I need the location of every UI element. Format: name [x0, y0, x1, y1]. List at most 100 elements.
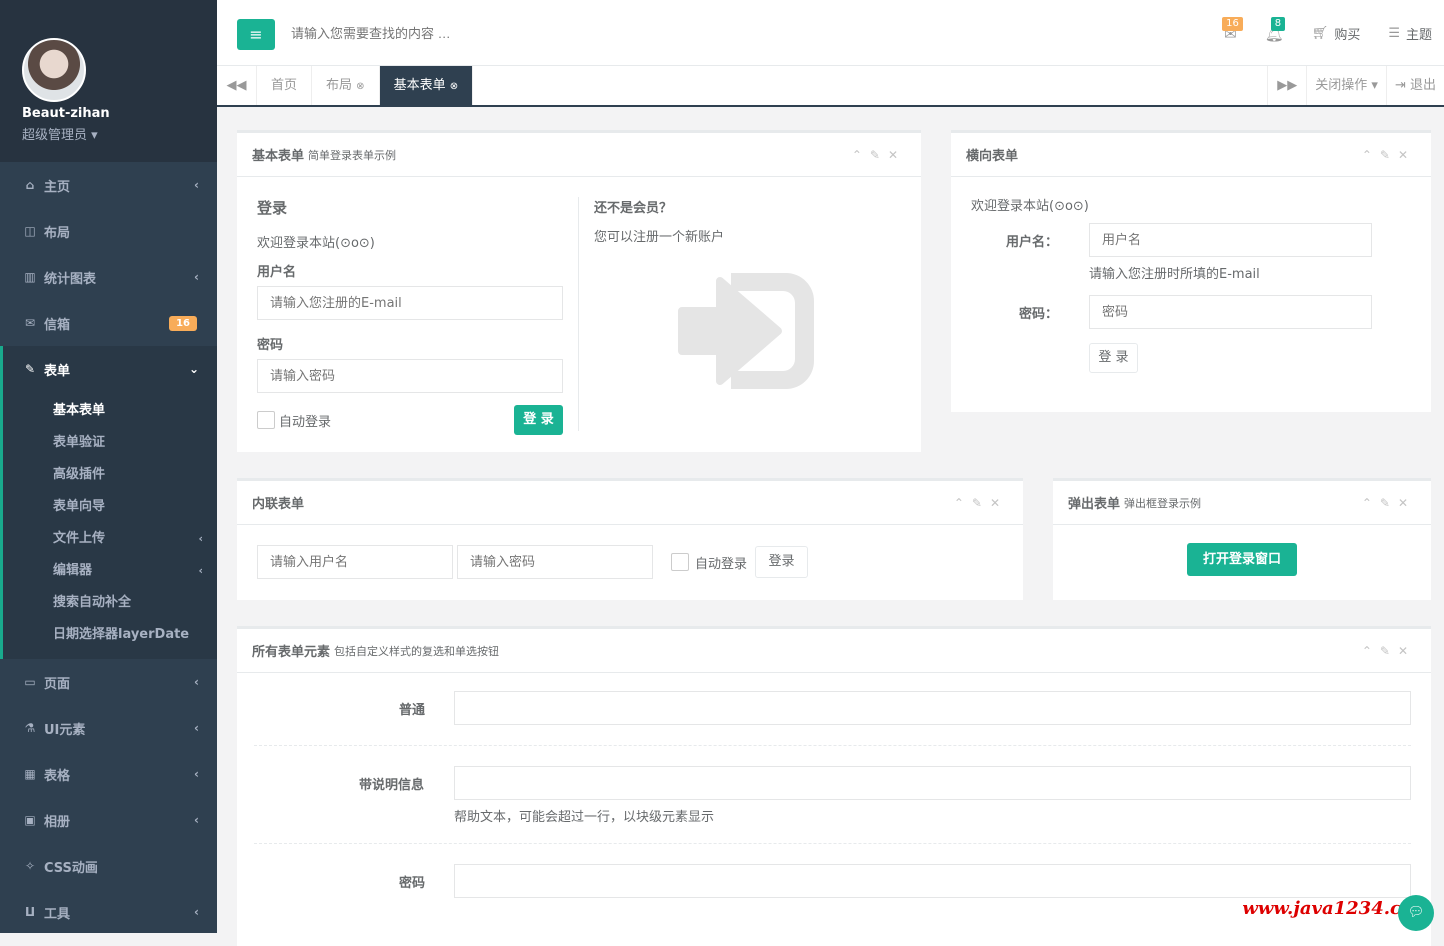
sidebar-item[interactable]: ▦表格‹ — [0, 751, 217, 797]
chevron-left-icon: ‹ — [194, 813, 199, 827]
theme-link[interactable]: ☰主题 — [1388, 24, 1432, 43]
sidebar-item[interactable]: ✧CSS动画 — [0, 843, 217, 889]
submenu-item[interactable]: 高级插件 — [3, 459, 217, 491]
sidebar-item-link[interactable]: ▣相册‹ — [0, 797, 217, 843]
wrench-icon[interactable]: ✎ — [1380, 644, 1398, 658]
user-role-dropdown[interactable]: 超级管理员 ▾ — [22, 124, 217, 143]
remember-checkbox[interactable] — [257, 411, 275, 429]
sidebar-item[interactable]: ✉信箱16 — [0, 300, 217, 346]
mail-button[interactable]: ✉16 — [1224, 25, 1237, 43]
panel-tools[interactable]: ⌃✎✕ — [954, 496, 1008, 510]
close-tab-icon[interactable]: ⊗ — [450, 81, 458, 92]
logout-button[interactable]: ⇥ 退出 — [1387, 66, 1444, 105]
submenu-item[interactable]: 表单验证 — [3, 427, 217, 459]
sidebar-item-link[interactable]: ⵡ工具‹ — [0, 889, 217, 935]
close-icon[interactable]: ✕ — [1398, 644, 1416, 658]
sidebar-item[interactable]: ▥统计图表‹ — [0, 254, 217, 300]
sidebar-item-link[interactable]: ▭页面‹ — [0, 659, 217, 705]
panel-subtitle: 弹出框登录示例 — [1124, 495, 1201, 511]
normal-input[interactable] — [454, 691, 1411, 725]
cart-icon: 🛒︎ — [1312, 26, 1329, 41]
sidebar-item-label: 相册 — [44, 811, 70, 830]
sidebar-item-label: 表格 — [44, 765, 70, 784]
login-button[interactable]: 登 录 — [514, 405, 563, 435]
chevron-down-icon: ⌄ — [189, 362, 199, 376]
tabs-scroll-left-button[interactable]: ◀◀ — [217, 66, 257, 105]
wrench-icon[interactable]: ✎ — [1380, 148, 1398, 162]
user-name: Beaut-zihan — [22, 106, 217, 121]
wrench-icon[interactable]: ✎ — [870, 148, 888, 162]
sidebar-item-link[interactable]: ✎表单⌄ — [3, 346, 217, 392]
chevron-up-icon[interactable]: ⌃ — [1362, 496, 1380, 510]
remember-checkbox[interactable] — [671, 553, 689, 571]
chat-button[interactable]: 💬︎ — [1398, 895, 1434, 931]
sidebar-item[interactable]: ◫布局 — [0, 208, 217, 254]
sidebar-item[interactable]: ▭页面‹ — [0, 659, 217, 705]
sidebar-item-link[interactable]: ✧CSS动画 — [0, 843, 217, 889]
close-icon[interactable]: ✕ — [990, 496, 1008, 510]
close-icon[interactable]: ✕ — [1398, 496, 1416, 510]
password-field[interactable] — [1089, 295, 1372, 329]
home-icon: ⌂ — [22, 178, 38, 192]
sidebar-item-link[interactable]: ✉信箱16 — [0, 300, 217, 346]
panel-tools[interactable]: ⌃✎✕ — [1362, 148, 1416, 162]
panel-tools[interactable]: ⌃✎✕ — [1362, 496, 1416, 510]
chevron-up-icon[interactable]: ⌃ — [1362, 148, 1380, 162]
panel-tools[interactable]: ⌃✎✕ — [1362, 644, 1416, 658]
sidebar-item[interactable]: ⌂主页‹ — [0, 162, 217, 208]
email-field[interactable] — [257, 286, 563, 320]
wrench-icon[interactable]: ✎ — [1380, 496, 1398, 510]
username-field[interactable] — [257, 545, 453, 579]
sidebar-item-label: UI元素 — [44, 719, 85, 738]
submenu-item[interactable]: 文件上传 ‹ — [3, 523, 217, 555]
notifications-button[interactable]: 🔔︎8 — [1265, 25, 1284, 43]
sidebar-item[interactable]: ⚗UI元素‹ — [0, 705, 217, 751]
password-input[interactable] — [454, 864, 1411, 898]
submenu-item[interactable]: 基本表单 — [3, 395, 217, 427]
chevron-up-icon[interactable]: ⌃ — [852, 148, 870, 162]
close-icon[interactable]: ✕ — [1398, 148, 1416, 162]
menu-toggle-button[interactable]: ≡ — [237, 19, 275, 50]
welcome-text: 欢迎登录本站(⊙o⊙) — [257, 232, 563, 251]
chevron-left-icon: ‹ — [198, 523, 203, 555]
login-button[interactable]: 登 录 — [1089, 343, 1138, 373]
submenu-item[interactable]: 搜索自动补全 — [3, 587, 217, 619]
sidebar-item-link[interactable]: ⚗UI元素‹ — [0, 705, 217, 751]
password-field[interactable] — [257, 359, 563, 393]
tab-basic-form[interactable]: 基本表单 ⊗ — [380, 66, 474, 105]
chevron-up-icon[interactable]: ⌃ — [1362, 644, 1380, 658]
tabs-scroll-right-button[interactable]: ▶▶ — [1267, 66, 1307, 105]
sidebar-item[interactable]: ✎表单⌄基本表单表单验证高级插件表单向导文件上传‹编辑器‹搜索自动补全日期选择器… — [0, 346, 217, 659]
sidebar-item-link[interactable]: ⌂主页‹ — [0, 162, 217, 208]
username-field[interactable] — [1089, 223, 1372, 257]
with-help-input[interactable] — [454, 766, 1411, 800]
sidebar-item-label: 表单 — [44, 360, 70, 379]
submenu-item[interactable]: 表单向导 — [3, 491, 217, 523]
chevron-up-icon[interactable]: ⌃ — [954, 496, 972, 510]
sidebar-item[interactable]: ▣相册‹ — [0, 797, 217, 843]
sidebar-item[interactable]: ⵡ工具‹ — [0, 889, 217, 935]
panel-subtitle: 包括自定义样式的复选和单选按钮 — [334, 643, 499, 659]
sidebar-item-link[interactable]: ▥统计图表‹ — [0, 254, 217, 300]
sidebar-item-link[interactable]: ◫布局 — [0, 208, 217, 254]
tab-home[interactable]: 首页 — [257, 66, 312, 105]
submenu-item[interactable]: 编辑器‹ — [3, 555, 217, 587]
avatar[interactable] — [22, 38, 86, 102]
submenu-item-label: 文件上传 — [53, 531, 105, 546]
search-input[interactable] — [291, 26, 591, 41]
tab-layout[interactable]: 布局 ⊗ — [312, 66, 380, 105]
sidebar-item-link[interactable]: ▦表格‹ — [0, 751, 217, 797]
buy-link[interactable]: 🛒︎购买 — [1312, 24, 1361, 43]
login-heading: 登录 — [257, 197, 563, 218]
panel-tools[interactable]: ⌃✎✕ — [852, 148, 906, 162]
wrench-icon[interactable]: ✎ — [972, 496, 990, 510]
close-icon[interactable]: ✕ — [888, 148, 906, 162]
submenu-item[interactable]: 日期选择器layerDate — [3, 619, 217, 651]
password-label: 密码 — [399, 872, 425, 891]
login-button[interactable]: 登录 — [755, 546, 808, 578]
close-operations-dropdown[interactable]: 关闭操作 ▾ — [1307, 66, 1387, 105]
close-tab-icon[interactable]: ⊗ — [356, 81, 364, 92]
open-login-modal-button[interactable]: 打开登录窗口 — [1187, 543, 1297, 576]
password-field[interactable] — [457, 545, 653, 579]
bar-chart-icon: ▥ — [22, 270, 38, 284]
